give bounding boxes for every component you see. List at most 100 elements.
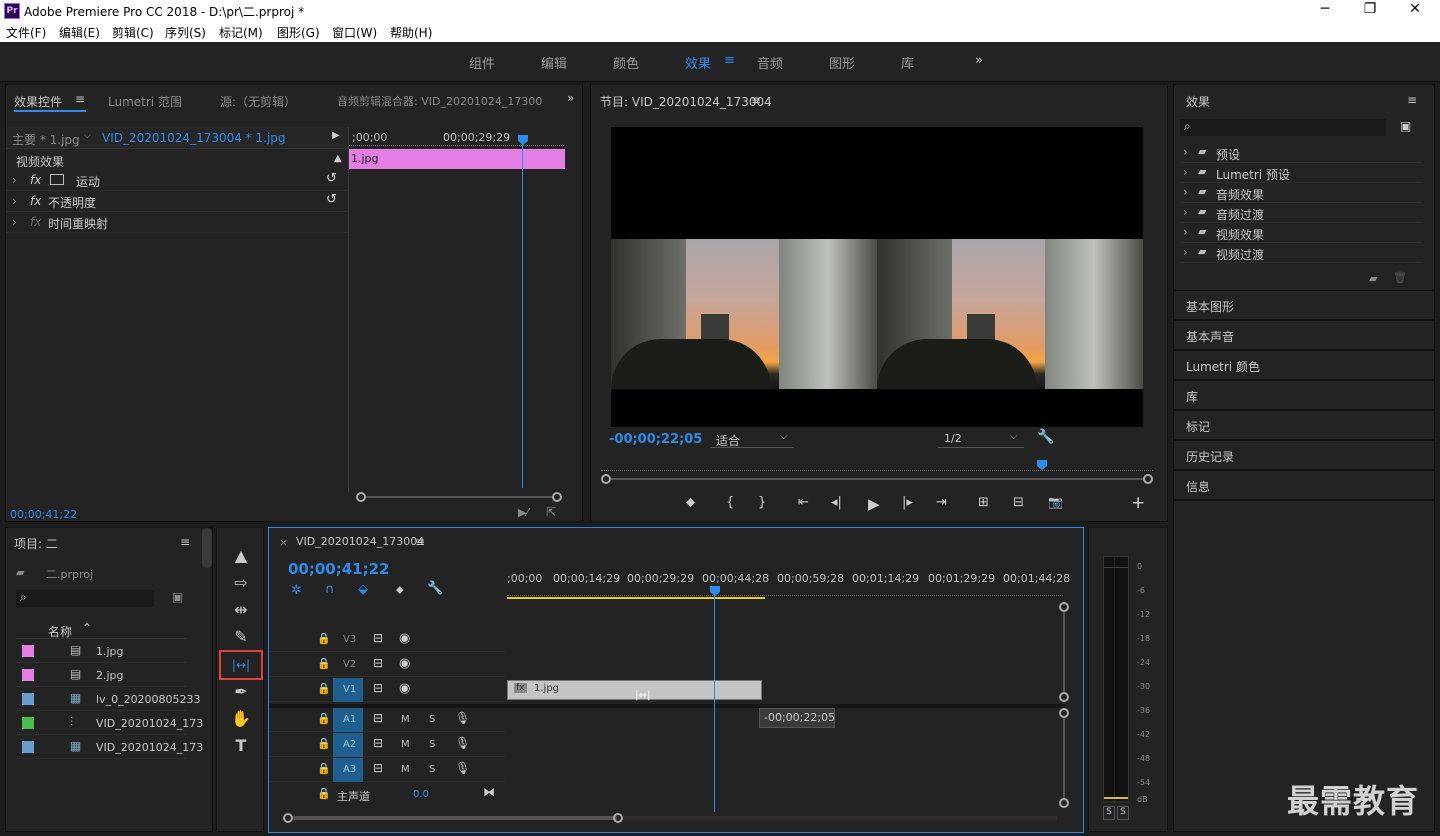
chevron-right-icon[interactable]: › [1183,205,1188,219]
section-lumetri-color[interactable]: Lumetri 颜色 [1174,351,1434,381]
more-tabs-icon[interactable]: » [567,91,574,105]
chevron-right-icon[interactable]: › [1183,165,1188,179]
video-frame[interactable] [611,127,1143,427]
tree-item[interactable]: › ▰ 预设 [1180,143,1422,163]
workspace-color[interactable]: 颜色 [613,53,639,72]
play-audio-icon[interactable]: ▶⁄ [518,506,528,519]
maximize-button[interactable]: ❐ [1355,1,1385,21]
column-header[interactable]: 名称 ⌃ [16,621,186,639]
section-markers[interactable]: 标记 [1174,411,1434,441]
new-folder-icon[interactable]: ▰ [1369,272,1377,285]
chevron-right-icon[interactable]: › [1183,245,1188,259]
label-color-swatch[interactable] [22,669,34,681]
microphone-icon[interactable]: 🎙 [455,761,470,775]
section-libraries[interactable]: 库 [1174,381,1434,411]
chevron-down-icon[interactable]: ⌵ [84,131,91,141]
sync-lock-icon[interactable]: ⊟ [373,656,383,670]
lock-icon[interactable]: 🔒 [317,682,331,695]
track-label[interactable]: A3 [343,764,356,775]
add-marker-icon[interactable]: ⬥ [396,583,404,597]
export-icon[interactable]: ⇱ [546,505,556,519]
mute-button[interactable]: M [401,714,410,725]
wrench-icon[interactable]: 🔧 [1037,429,1054,445]
lock-icon[interactable]: 🔒 [317,762,331,775]
tab-menu-icon[interactable]: ≡ [75,92,85,106]
mini-ruler[interactable]: ;00;00 00;00;29;29 [348,127,564,149]
export-frame-icon[interactable]: 📷 [1048,495,1063,509]
menu-clip[interactable]: 剪辑(C) [112,24,154,41]
track-label[interactable]: V1 [343,684,356,695]
transform-icon[interactable] [50,174,64,185]
linked-selection-icon[interactable]: ⬙ [358,582,368,597]
menu-file[interactable]: 文件(F) [6,24,46,41]
go-to-out-icon[interactable]: ⇥ [936,495,947,510]
sync-lock-icon[interactable]: ⊟ [373,631,383,645]
section-essential-graphics[interactable]: 基本图形 [1174,291,1434,321]
reset-icon[interactable]: ↺ [326,171,337,186]
effect-controls-timecode[interactable]: 00;00;41;22 [10,508,77,521]
program-menu-icon[interactable]: ≡ [751,93,761,107]
razor-tool-icon[interactable]: ✎ [227,625,255,649]
effect-row-opacity[interactable]: › fx 不透明度 ↺ [6,192,348,212]
program-timecode[interactable]: -00;00;22;05 [609,432,702,447]
sequence-clip-label[interactable]: VID_20201024_173004 * 1.jpg [102,131,286,145]
list-item[interactable]: ▦ lv_0_20200805233 [16,688,201,711]
track-label[interactable]: V3 [343,634,356,645]
track-label[interactable]: A1 [343,714,356,725]
mute-button[interactable]: M [401,764,410,775]
tree-item[interactable]: › ▰ 音频效果 [1180,183,1422,203]
sync-lock-icon[interactable]: ⊟ [373,761,383,775]
mark-out-icon[interactable]: } [758,495,766,510]
timeline-vertical-scrollbar[interactable] [1059,602,1069,812]
nest-icon[interactable]: ✲ [291,583,302,598]
program-monitor-title[interactable]: 节目: VID_20201024_173004 [600,93,772,110]
master-volume-value[interactable]: 0.0 [413,789,429,800]
work-area-bar[interactable] [507,597,765,599]
fx-icon[interactable]: fx [30,194,41,208]
solo-button[interactable]: S [429,739,435,750]
extract-icon[interactable]: ⊟ [1013,495,1024,510]
section-info[interactable]: 信息 [1174,471,1434,501]
microphone-icon[interactable]: 🎙 [455,736,470,750]
lock-icon[interactable]: 🔒 [317,787,331,800]
timeline-timecode[interactable]: 00;00;41;22 [288,560,390,578]
sequence-tab[interactable]: VID_20201024_173004 [296,535,424,548]
snap-icon[interactable]: ∩ [325,582,335,597]
hand-tool-icon[interactable]: ✋ [227,707,255,731]
zoom-fit-select[interactable]: 适合 ⌵ [710,431,794,448]
clip-bar[interactable]: 1.jpg [349,149,565,169]
project-search-input[interactable]: ⌕ [16,590,154,607]
sync-lock-icon[interactable]: ⊟ [373,736,383,750]
effect-row-time-remap[interactable]: › fx 时间重映射 [6,213,348,233]
master-clip-label[interactable]: 主要 * 1.jpg [12,131,80,148]
workspace-more-icon[interactable]: » [975,53,983,68]
close-button[interactable]: ✕ [1400,1,1430,21]
project-panel-title[interactable]: 项目: 二 [14,535,58,552]
timeline-ruler[interactable]: ;00;00 00;00;14;29 00;00;29;29 00;00;44;… [507,572,1070,600]
video-audio-divider[interactable] [269,704,1065,708]
minimize-button[interactable]: ─ [1310,1,1340,21]
tree-item[interactable]: › ▰ Lumetri 预设 [1180,163,1422,183]
add-button-icon[interactable]: + [1131,493,1145,513]
tab-lumetri-scopes[interactable]: Lumetri 范围 [108,93,182,110]
menu-help[interactable]: 帮助(H) [390,24,432,41]
label-color-swatch[interactable] [22,717,34,729]
tree-item[interactable]: › ▰ 视频过渡 [1180,243,1422,263]
label-color-swatch[interactable] [22,645,34,657]
project-menu-icon[interactable]: ≡ [180,535,190,549]
new-bin-icon[interactable]: ▣ [1400,119,1411,133]
program-ruler[interactable] [601,463,1153,471]
sequence-menu-icon[interactable]: ≡ [415,535,425,549]
microphone-icon[interactable]: 🎙 [455,711,470,725]
eye-icon[interactable]: ◉ [399,681,410,696]
effect-row-motion[interactable]: › fx 运动 ↺ [6,171,348,191]
section-essential-sound[interactable]: 基本声音 [1174,321,1434,351]
collapse-icon[interactable]: ▲ [334,153,342,164]
selection-tool-icon[interactable]: ▲ [227,544,255,568]
menu-graphics[interactable]: 图形(G) [277,24,320,41]
sync-lock-icon[interactable]: ⊟ [373,681,383,695]
effects-search-input[interactable]: ⌕ [1180,119,1386,136]
new-bin-icon[interactable]: ▣ [172,590,183,604]
step-back-icon[interactable]: ◂| [831,495,842,510]
label-color-swatch[interactable] [22,693,34,705]
